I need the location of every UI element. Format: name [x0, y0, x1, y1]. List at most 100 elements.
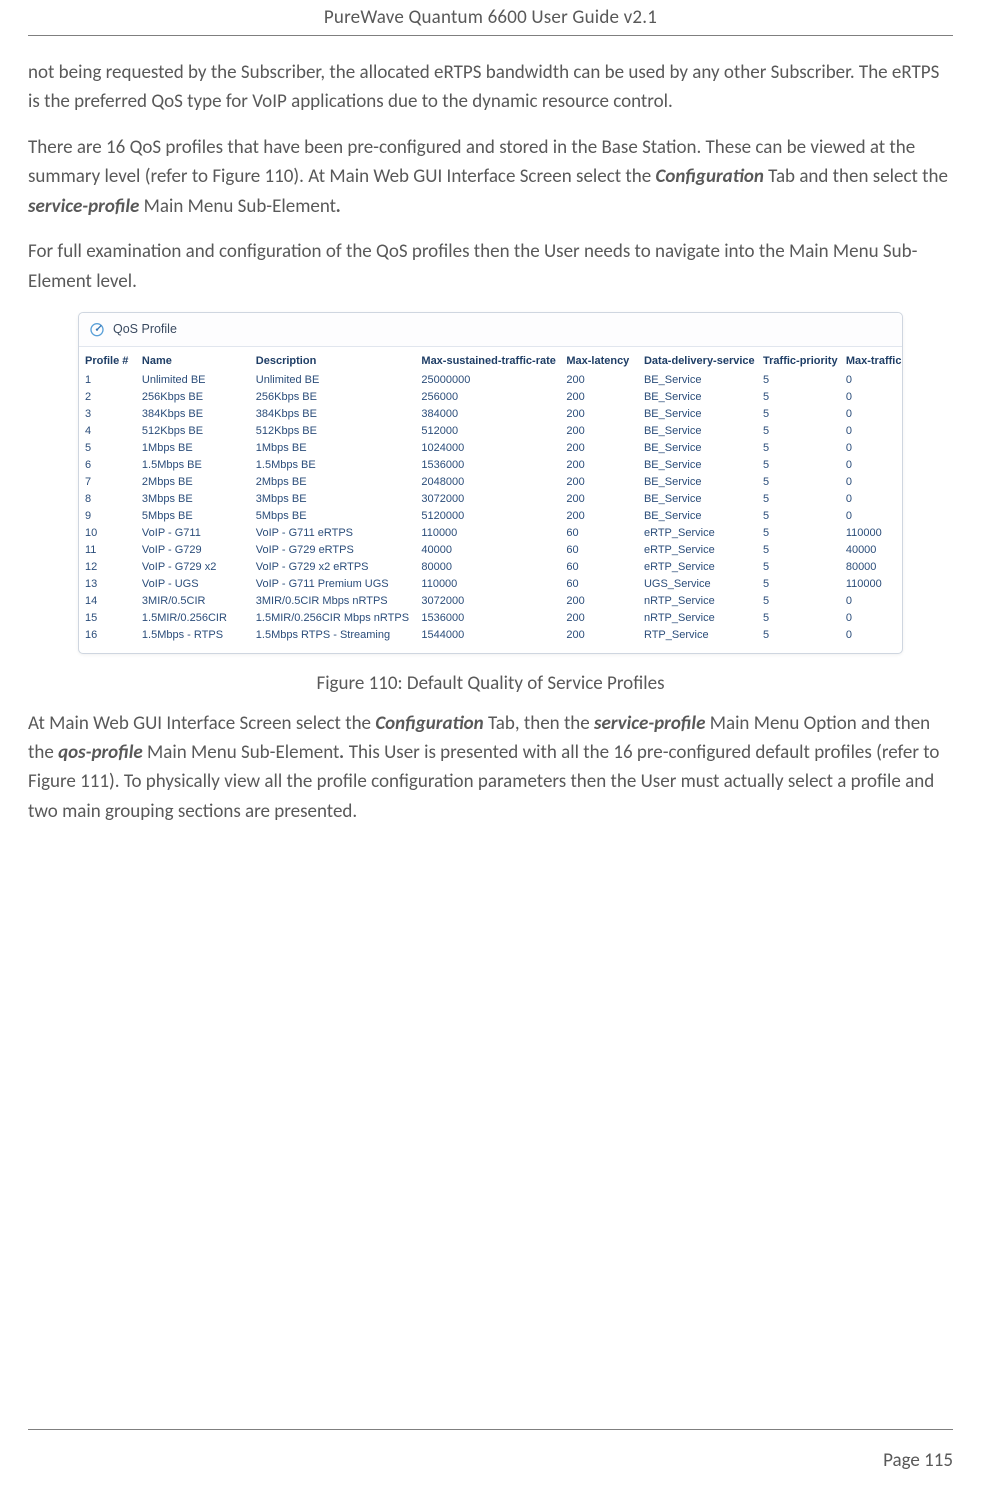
table-cell: 5 — [757, 371, 840, 388]
panel-header: QoS Profile — [79, 313, 902, 347]
table-cell: 200 — [560, 473, 638, 490]
table-cell: 5 — [757, 507, 840, 524]
table-cell: 5 — [757, 558, 840, 575]
table-cell: 1024000 — [415, 439, 560, 456]
table-cell: 0 — [840, 388, 902, 405]
table-cell: Unlimited BE — [136, 371, 250, 388]
table-cell: BE_Service — [638, 422, 757, 439]
table-cell: 60 — [560, 575, 638, 592]
table-cell: 1.5Mbps - RTPS — [136, 626, 250, 653]
table-cell: 12 — [79, 558, 136, 575]
table-cell: BE_Service — [638, 456, 757, 473]
table-cell: 5Mbps BE — [136, 507, 250, 524]
table-cell: BE_Service — [638, 439, 757, 456]
gauge-icon — [89, 321, 105, 337]
table-cell: 110000 — [415, 524, 560, 541]
col-priority: Traffic-priority — [757, 347, 840, 371]
table-cell: 3072000 — [415, 592, 560, 609]
table-cell: 110000 — [415, 575, 560, 592]
table-cell: 512Kbps BE — [136, 422, 250, 439]
table-row: 83Mbps BE3Mbps BE3072000200BE_Service50 — [79, 490, 902, 507]
table-cell: 3 — [79, 405, 136, 422]
table-cell: 1.5Mbps BE — [136, 456, 250, 473]
table-cell: Unlimited BE — [250, 371, 416, 388]
table-cell: 0 — [840, 439, 902, 456]
table-cell: 200 — [560, 592, 638, 609]
table-cell: 0 — [840, 371, 902, 388]
table-cell: 8 — [79, 490, 136, 507]
table-cell: 384Kbps BE — [136, 405, 250, 422]
table-cell: 6 — [79, 456, 136, 473]
table-cell: BE_Service — [638, 388, 757, 405]
table-cell: 10 — [79, 524, 136, 541]
p2-service-profile: service-profile — [28, 195, 139, 218]
table-row: 151.5MIR/0.256CIR1.5MIR/0.256CIR Mbps nR… — [79, 609, 902, 626]
table-cell: 5 — [757, 592, 840, 609]
table-cell: 0 — [840, 592, 902, 609]
table-cell: 60 — [560, 524, 638, 541]
p2-text-b: Tab and then select the — [764, 165, 948, 188]
header-rule — [28, 35, 953, 36]
col-max-traffic: Max-traffic — [840, 347, 902, 371]
table-cell: RTP_Service — [638, 626, 757, 653]
table-cell: 5 — [79, 439, 136, 456]
table-cell: 3072000 — [415, 490, 560, 507]
table-cell: 1544000 — [415, 626, 560, 653]
panel-title: QoS Profile — [113, 322, 177, 336]
table-row: 161.5Mbps - RTPS1.5Mbps RTPS - Streaming… — [79, 626, 902, 653]
table-cell: 384Kbps BE — [250, 405, 416, 422]
table-cell: 5 — [757, 490, 840, 507]
table-cell: 256000 — [415, 388, 560, 405]
table-cell: 3MIR/0.5CIR — [136, 592, 250, 609]
table-cell: 40000 — [415, 541, 560, 558]
doc-header: PureWave Quantum 6600 User Guide v2.1 — [28, 0, 953, 33]
table-cell: 1Mbps BE — [250, 439, 416, 456]
table-cell: 9 — [79, 507, 136, 524]
table-cell: VoIP - G729 — [136, 541, 250, 558]
table-row: 4512Kbps BE512Kbps BE512000200BE_Service… — [79, 422, 902, 439]
table-cell: 1.5Mbps BE — [250, 456, 416, 473]
table-row: 51Mbps BE1Mbps BE1024000200BE_Service50 — [79, 439, 902, 456]
table-cell: 1.5MIR/0.256CIR Mbps nRTPS — [250, 609, 416, 626]
table-cell: 15 — [79, 609, 136, 626]
table-cell: 1536000 — [415, 609, 560, 626]
table-cell: VoIP - UGS — [136, 575, 250, 592]
col-max-latency: Max-latency — [560, 347, 638, 371]
table-cell: 3Mbps BE — [136, 490, 250, 507]
table-cell: 110000 — [840, 524, 902, 541]
table-cell: BE_Service — [638, 507, 757, 524]
p2-dot: . — [336, 195, 341, 218]
table-cell: 5 — [757, 473, 840, 490]
paragraph-3: For full examination and configuration o… — [28, 237, 953, 296]
table-cell: 0 — [840, 490, 902, 507]
table-cell: 7 — [79, 473, 136, 490]
table-cell: 200 — [560, 456, 638, 473]
table-row: 12VoIP - G729 x2VoIP - G729 x2 eRTPS8000… — [79, 558, 902, 575]
table-cell: 3Mbps BE — [250, 490, 416, 507]
table-cell: 11 — [79, 541, 136, 558]
table-cell: 2 — [79, 388, 136, 405]
table-cell: 200 — [560, 490, 638, 507]
table-cell: 5 — [757, 541, 840, 558]
col-max-rate: Max-sustained-traffic-rate — [415, 347, 560, 371]
table-cell: 256Kbps BE — [136, 388, 250, 405]
table-cell: 512Kbps BE — [250, 422, 416, 439]
table-cell: 512000 — [415, 422, 560, 439]
table-cell: 200 — [560, 405, 638, 422]
table-cell: 0 — [840, 456, 902, 473]
table-cell: 25000000 — [415, 371, 560, 388]
table-cell: 0 — [840, 473, 902, 490]
footer-rule — [28, 1429, 953, 1430]
table-cell: 80000 — [415, 558, 560, 575]
table-cell: 5 — [757, 439, 840, 456]
table-row: 13VoIP - UGSVoIP - G711 Premium UGS11000… — [79, 575, 902, 592]
table-row: 3384Kbps BE384Kbps BE384000200BE_Service… — [79, 405, 902, 422]
paragraph-2: There are 16 QoS profiles that have been… — [28, 133, 953, 221]
table-cell: nRTP_Service — [638, 592, 757, 609]
paragraph-1: not being requested by the Subscriber, t… — [28, 58, 953, 117]
table-cell: 2Mbps BE — [250, 473, 416, 490]
col-profile-num: Profile # — [79, 347, 136, 371]
table-cell: 4 — [79, 422, 136, 439]
page-number: Page 115 — [883, 1449, 953, 1472]
table-cell: 5 — [757, 422, 840, 439]
